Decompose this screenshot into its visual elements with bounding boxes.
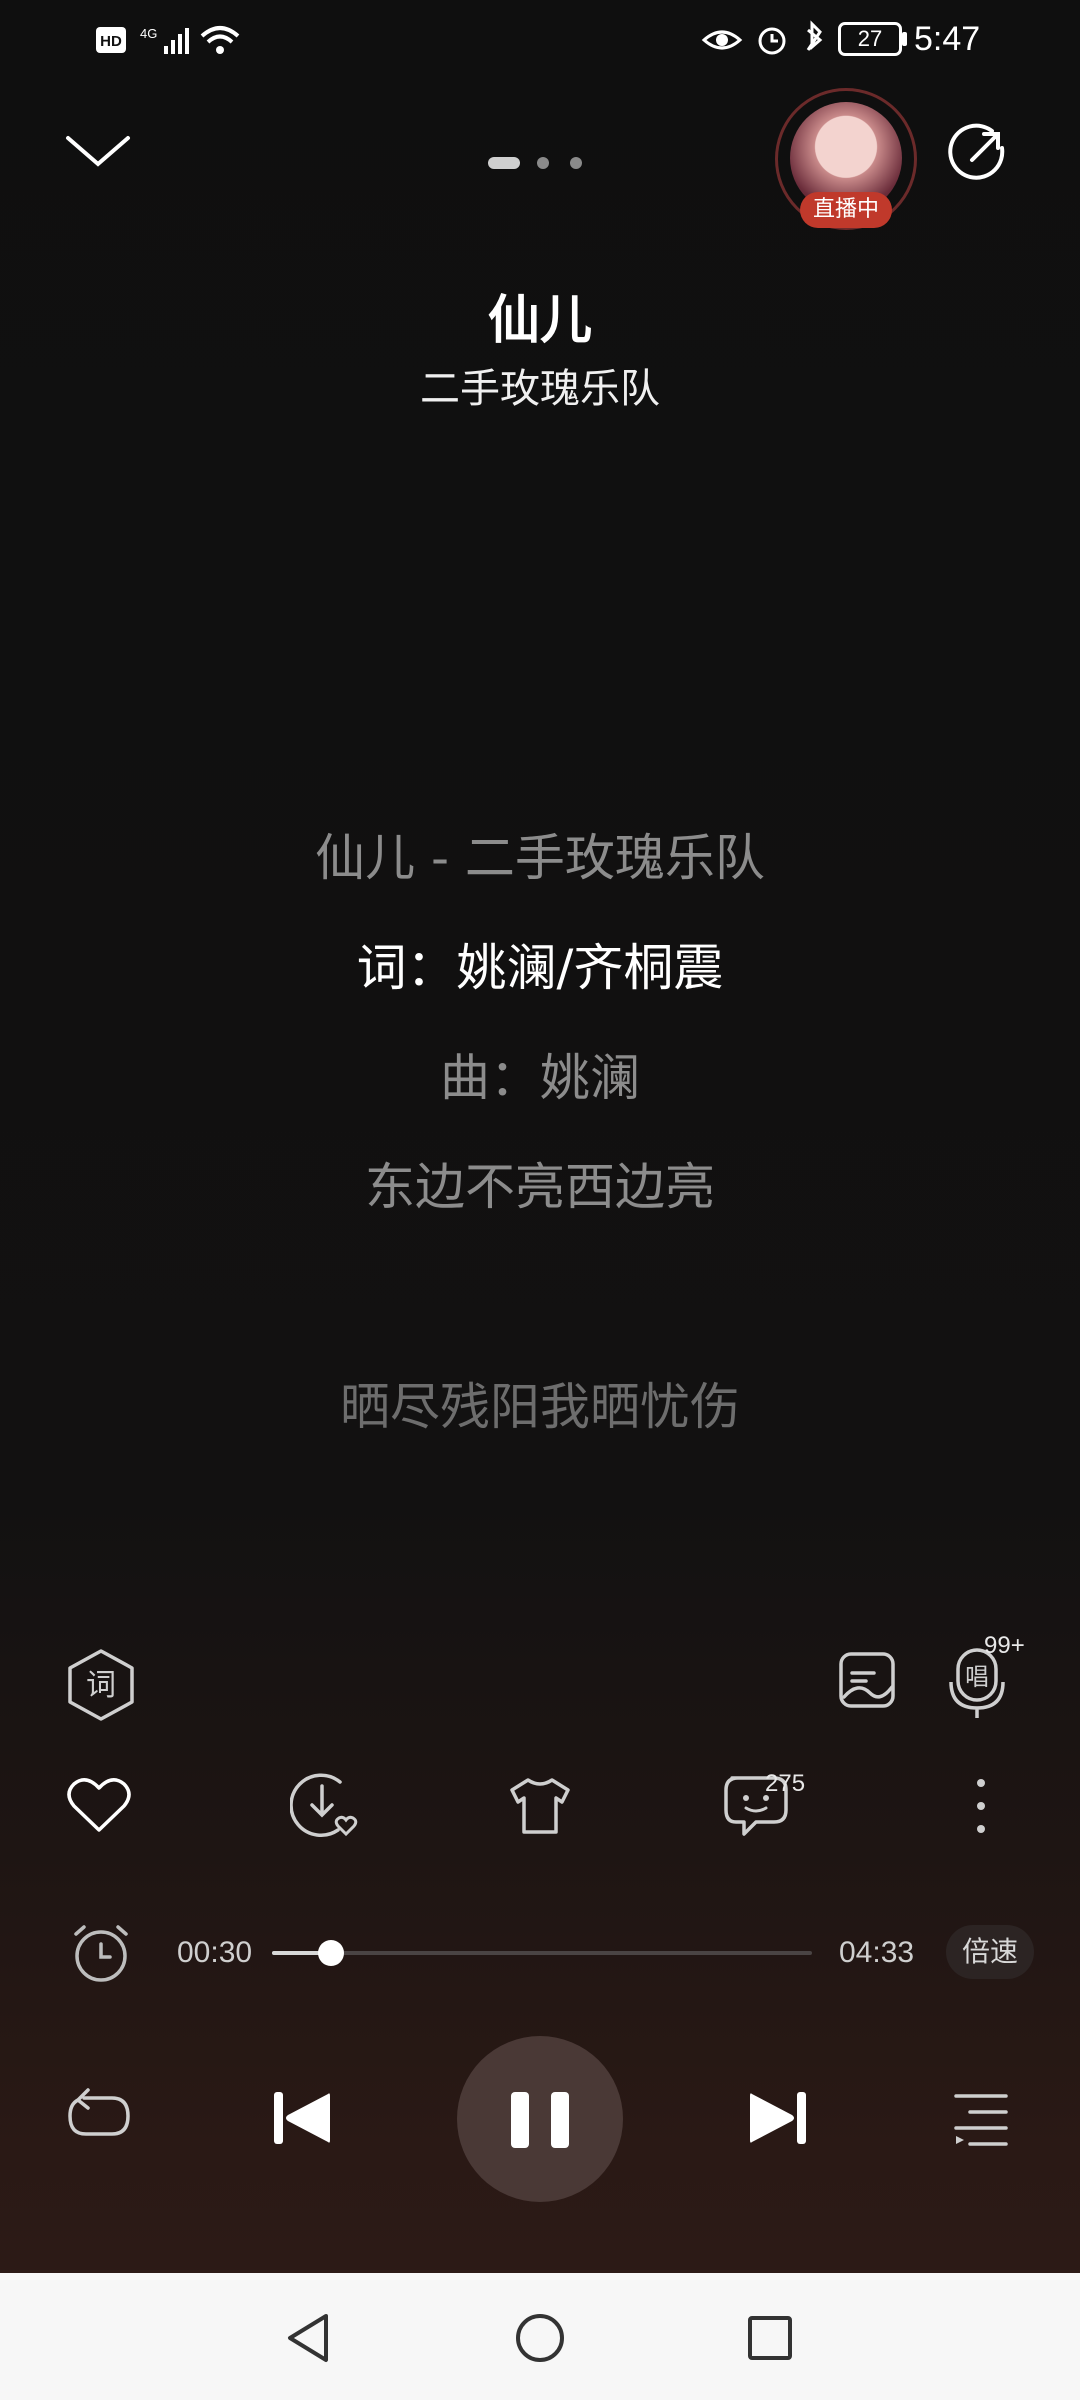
bluetooth-icon xyxy=(806,20,823,51)
lyric-line[interactable]: 曲：姚澜 xyxy=(0,1038,1080,1110)
skip-next-icon xyxy=(750,2092,806,2144)
speed-button[interactable]: 倍速 xyxy=(946,1925,1034,1979)
recents-square-icon xyxy=(748,2316,792,2360)
theme-button[interactable] xyxy=(508,1776,572,1836)
pager-dot[interactable] xyxy=(570,157,582,169)
download-heart-icon xyxy=(290,1773,358,1837)
lyric-mode-button[interactable]: 词 xyxy=(66,1648,136,1722)
alarm-clock-icon xyxy=(74,1925,128,1982)
previous-button[interactable] xyxy=(272,2088,332,2148)
sing-count-badge: 99+ xyxy=(984,1632,1025,1659)
share-button[interactable] xyxy=(948,122,1010,184)
skip-previous-icon xyxy=(274,2092,330,2144)
comment-count-badge: 275 xyxy=(765,1770,806,1797)
back-triangle-icon xyxy=(288,2314,328,2362)
repeat-button[interactable] xyxy=(66,2088,132,2144)
more-button[interactable] xyxy=(968,1776,994,1836)
progress-track[interactable] xyxy=(272,1951,812,1955)
recents-button[interactable] xyxy=(746,2314,794,2362)
sleep-timer-button[interactable] xyxy=(70,1922,132,1984)
eye-icon xyxy=(701,30,743,50)
battery-level: 27 xyxy=(857,26,883,51)
home-circle-icon xyxy=(516,2314,564,2362)
signal-icons: HD 4G xyxy=(96,26,240,54)
sing-icon-label: 唱 xyxy=(965,1663,989,1691)
pager-dot-active[interactable] xyxy=(488,157,520,169)
alarm-icon xyxy=(758,27,786,55)
live-badge: 直播中 xyxy=(800,192,892,228)
pager-dot[interactable] xyxy=(537,157,549,169)
lyric-line[interactable]: 晒尽残阳我晒忧伤 xyxy=(0,1367,1080,1439)
lyric-hexagon-icon: 词 xyxy=(68,1649,134,1721)
playlist-button[interactable] xyxy=(952,2090,1010,2148)
download-button[interactable] xyxy=(290,1772,362,1838)
clock: 5:47 xyxy=(914,20,981,58)
next-button[interactable] xyxy=(748,2088,808,2148)
more-vertical-icon xyxy=(977,1779,985,1833)
song-title: 仙儿 xyxy=(487,291,592,351)
elapsed-time: 00:30 xyxy=(177,1936,253,1969)
tshirt-icon xyxy=(510,1778,570,1834)
hd-label: HD xyxy=(100,33,122,50)
back-button[interactable] xyxy=(284,2312,332,2364)
song-artist[interactable]: 二手玫瑰乐队 xyxy=(0,356,1080,414)
lyric-line-current[interactable]: 词：姚澜/齐桐震 xyxy=(0,928,1080,1000)
like-button[interactable] xyxy=(66,1776,132,1834)
network-label: 4G xyxy=(140,26,157,41)
pause-icon xyxy=(509,2090,571,2150)
battery-tip xyxy=(902,32,907,46)
chevron-down-icon xyxy=(66,136,130,167)
image-card-icon xyxy=(839,1652,895,1708)
home-button[interactable] xyxy=(514,2312,566,2364)
total-time: 04:33 xyxy=(839,1936,915,1969)
collapse-button[interactable] xyxy=(62,128,134,172)
share-icon xyxy=(948,123,1005,180)
lyric-icon-label: 词 xyxy=(86,1668,116,1703)
wallpaper-button[interactable] xyxy=(838,1651,896,1709)
battery-icon: 27 xyxy=(838,22,902,56)
playlist-icon xyxy=(954,2094,1008,2146)
lyric-line[interactable]: 东边不亮西边亮 xyxy=(0,1147,1080,1219)
repeat-icon xyxy=(68,2088,130,2136)
status-icons-left: HD 4G xyxy=(94,22,254,58)
progress-thumb[interactable] xyxy=(318,1940,345,1966)
heart-icon xyxy=(67,1778,131,1832)
lyric-line[interactable]: 仙儿 - 二手玫瑰乐队 xyxy=(0,818,1080,890)
status-icons-right xyxy=(700,20,840,60)
